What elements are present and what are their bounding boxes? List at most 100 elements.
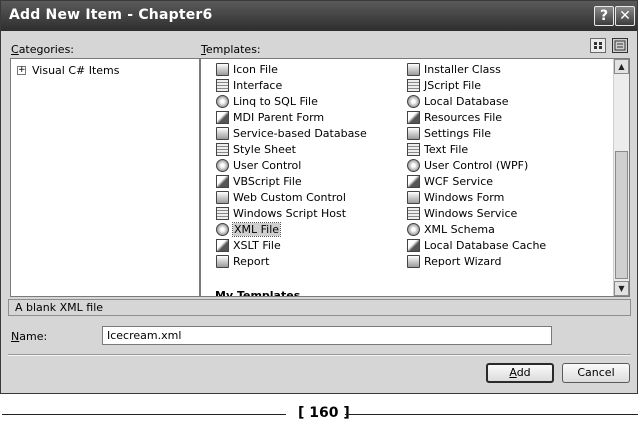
- template-description: A blank XML file: [15, 301, 104, 314]
- close-button[interactable]: ✕: [615, 6, 635, 26]
- script-icon: [216, 175, 229, 188]
- title-bar: Add New Item - Chapter6 ? ✕: [1, 1, 637, 31]
- template-label: Icon File: [233, 63, 278, 76]
- my-templates-header: My Templates: [215, 289, 301, 297]
- template-item[interactable]: MDI Parent Form: [216, 110, 324, 125]
- template-label: Style Sheet: [233, 143, 296, 156]
- template-label: Report: [233, 255, 270, 268]
- text-file-icon: [407, 143, 420, 156]
- template-item[interactable]: Service-based Database: [216, 126, 367, 141]
- name-input[interactable]: Icecream.xml: [102, 326, 552, 345]
- template-item[interactable]: Report: [216, 254, 269, 269]
- dialog-title: Add New Item - Chapter6: [9, 7, 213, 23]
- schema-icon: [407, 223, 420, 236]
- footer-rule-left: [2, 414, 286, 415]
- template-label: Windows Service: [424, 207, 518, 220]
- template-item[interactable]: Windows Script Host: [216, 206, 346, 221]
- template-item[interactable]: Windows Service: [407, 206, 517, 221]
- templates-label-text: emplates:: [205, 43, 261, 56]
- database-icon: [216, 127, 229, 140]
- xslt-icon: [216, 239, 229, 252]
- scroll-thumb[interactable]: [615, 151, 628, 279]
- template-label: Text File: [424, 143, 469, 156]
- template-item[interactable]: WCF Service: [407, 174, 493, 189]
- scroll-up-button[interactable]: ▲: [614, 59, 629, 74]
- categories-tree[interactable]: + Visual C# Items: [10, 58, 200, 297]
- xml-file-icon: [216, 223, 229, 236]
- categories-label-text: ategories:: [18, 43, 75, 56]
- template-label: Windows Form: [424, 191, 505, 204]
- templates-scrollbar[interactable]: ▲ ▼: [613, 59, 629, 296]
- large-icons-view-button[interactable]: [590, 38, 606, 53]
- settings-icon: [407, 127, 420, 140]
- template-item[interactable]: Style Sheet: [216, 142, 296, 157]
- database-icon: [407, 95, 420, 108]
- script-host-icon: [216, 207, 229, 220]
- stylesheet-icon: [216, 143, 229, 156]
- categories-label: Categories:: [11, 43, 75, 56]
- template-label: Resources File: [424, 111, 503, 124]
- template-label: VBScript File: [233, 175, 302, 188]
- template-label: Interface: [233, 79, 283, 92]
- template-item[interactable]: Resources File: [407, 110, 502, 125]
- icon-file-icon: [216, 63, 229, 76]
- category-label: Visual C# Items: [32, 64, 120, 77]
- template-label: Installer Class: [424, 63, 501, 76]
- small-icons-icon: [614, 40, 626, 51]
- name-label: Name:: [11, 330, 48, 343]
- template-item[interactable]: Linq to SQL File: [216, 94, 318, 109]
- template-label: Local Database Cache: [424, 239, 547, 252]
- cache-icon: [407, 239, 420, 252]
- cancel-button[interactable]: Cancel: [562, 363, 630, 383]
- template-item[interactable]: JScript File: [407, 78, 481, 93]
- template-label: Settings File: [424, 127, 492, 140]
- template-item[interactable]: User Control (WPF): [407, 158, 528, 173]
- template-item[interactable]: Text File: [407, 142, 468, 157]
- scroll-down-button[interactable]: ▼: [614, 281, 629, 296]
- template-item[interactable]: Report Wizard: [407, 254, 501, 269]
- template-label: Local Database: [424, 95, 509, 108]
- installer-icon: [407, 63, 420, 76]
- template-label: Linq to SQL File: [233, 95, 318, 108]
- template-label: MDI Parent Form: [233, 111, 325, 124]
- template-item[interactable]: Icon File: [216, 62, 278, 77]
- template-label: JScript File: [424, 79, 482, 92]
- add-new-item-dialog: Add New Item - Chapter6 ? ✕ Categories: …: [0, 0, 638, 394]
- category-visual-csharp-items[interactable]: + Visual C# Items: [17, 64, 120, 77]
- description-bar: A blank XML file: [8, 299, 631, 316]
- small-icons-view-button[interactable]: [612, 38, 628, 53]
- template-label: Web Custom Control: [233, 191, 346, 204]
- add-button[interactable]: Add: [486, 363, 554, 383]
- service-icon: [407, 207, 420, 220]
- resources-icon: [407, 111, 420, 124]
- template-item[interactable]: XSLT File: [216, 238, 281, 253]
- wpf-control-icon: [407, 159, 420, 172]
- template-item[interactable]: Local Database Cache: [407, 238, 546, 253]
- template-item[interactable]: User Control: [216, 158, 301, 173]
- template-label: User Control: [233, 159, 302, 172]
- template-label: XSLT File: [233, 239, 281, 252]
- expand-icon[interactable]: +: [17, 66, 26, 75]
- template-item[interactable]: XML File: [216, 222, 282, 237]
- template-item[interactable]: Installer Class: [407, 62, 501, 77]
- wcf-icon: [407, 175, 420, 188]
- template-item[interactable]: Settings File: [407, 126, 491, 141]
- template-item[interactable]: Local Database: [407, 94, 509, 109]
- large-icons-icon: [594, 42, 602, 49]
- template-label: Service-based Database: [233, 127, 367, 140]
- template-item[interactable]: VBScript File: [216, 174, 302, 189]
- template-item[interactable]: Interface: [216, 78, 282, 93]
- templates-label: Templates:: [201, 43, 261, 56]
- template-item[interactable]: XML Schema: [407, 222, 495, 237]
- templates-list[interactable]: Icon File Interface Linq to SQL File MDI Pa…: [200, 58, 630, 297]
- template-item[interactable]: Windows Form: [407, 190, 504, 205]
- help-button[interactable]: ?: [594, 6, 614, 26]
- form-icon: [407, 191, 420, 204]
- user-control-icon: [216, 159, 229, 172]
- form-icon: [216, 111, 229, 124]
- template-item[interactable]: Web Custom Control: [216, 190, 346, 205]
- template-label: Windows Script Host: [233, 207, 347, 220]
- report-icon: [216, 255, 229, 268]
- divider: [8, 354, 631, 356]
- template-label: XML File: [231, 222, 282, 237]
